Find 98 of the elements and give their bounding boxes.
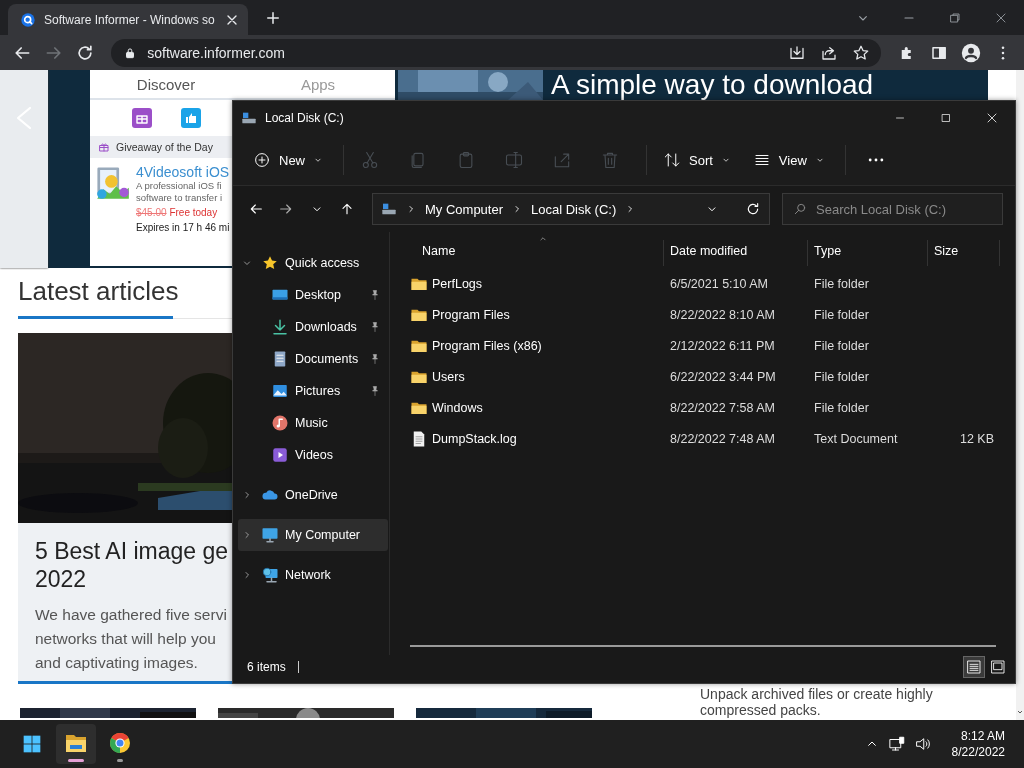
sidebar-item[interactable]: Documents (238, 343, 388, 375)
scroll-down-icon[interactable] (1016, 708, 1024, 716)
hero-headline: A simple way to download (551, 70, 874, 100)
column-header[interactable]: Size (934, 244, 999, 258)
article-excerpt: We have gathered five servi (35, 605, 228, 625)
sort-button[interactable]: Sort (655, 145, 739, 175)
horizontal-scrollbar[interactable] (410, 645, 996, 647)
article-title[interactable]: 2022 (35, 565, 232, 593)
site-favicon-icon (20, 11, 36, 28)
thumbs-up-icon[interactable] (179, 106, 203, 130)
column-header[interactable]: Type (814, 244, 927, 258)
description-text: Unpack archived files or create highly (700, 686, 933, 702)
description-text: compressed packs. (700, 702, 822, 718)
browser-tab[interactable]: Software Informer - Windows so (8, 4, 248, 35)
file-type: File folder (814, 400, 869, 415)
address-bar[interactable]: My Computer Local Disk (C:) (372, 193, 770, 225)
breadcrumb[interactable]: My Computer (425, 201, 504, 217)
video-icon (271, 446, 289, 464)
giveaway-label: Giveaway of the Day (116, 141, 213, 153)
address-bar[interactable]: software.informer.com (111, 38, 881, 67)
url-text: software.informer.com (147, 44, 286, 61)
window-title: Local Disk (C:) (265, 111, 345, 125)
app-name[interactable]: 4Videosoft iOS (136, 164, 230, 180)
computer-icon (261, 526, 279, 544)
section-title: Latest articles (18, 275, 179, 306)
profile-icon[interactable] (960, 41, 982, 64)
file-type: File folder (814, 276, 869, 291)
refresh-icon[interactable] (745, 201, 761, 217)
modified-date: 2/12/2022 6:11 PM (670, 338, 775, 353)
plus-icon (253, 151, 271, 169)
scrollbar[interactable] (1016, 70, 1024, 720)
file-type: File folder (814, 307, 869, 322)
details-view-icon (966, 659, 982, 675)
widget-tab[interactable]: Discover (90, 70, 242, 98)
bookmark-star-icon[interactable] (852, 43, 870, 62)
file-type: Text Document (814, 431, 898, 446)
modified-date: 8/22/2022 7:58 AM (670, 400, 775, 415)
sort-icon (663, 151, 681, 169)
file-type: File folder (814, 369, 869, 384)
volume-icon[interactable] (913, 735, 932, 753)
sidebar-item[interactable]: Desktop (238, 279, 388, 311)
search-field[interactable]: Search Local Disk (C:) (782, 193, 1003, 225)
new-button[interactable]: New (245, 145, 331, 175)
clock-date[interactable]: 8/22/2022 (951, 744, 1005, 760)
expiry-text: Expires in 17 h 46 mi (136, 222, 230, 233)
sidebar-item[interactable]: My Computer (238, 519, 388, 551)
view-button[interactable]: View (744, 145, 833, 175)
clock-time[interactable]: 8:12 AM (960, 728, 1005, 744)
article-excerpt: networks that will help you (35, 629, 217, 649)
file-type: File folder (814, 338, 869, 353)
sidebar-item[interactable]: Music (238, 407, 388, 439)
modified-date: 8/22/2022 8:10 AM (670, 307, 775, 322)
article-title[interactable]: 5 Best AI image ge (35, 537, 232, 565)
gift-icon (98, 141, 110, 153)
browser-icon (108, 731, 132, 755)
file-name[interactable]: Program Files (432, 307, 510, 322)
old-price: $45.00 (136, 207, 167, 218)
search-icon (793, 202, 807, 216)
app-description: software to transfer i (136, 192, 224, 204)
file-name[interactable]: Windows (432, 400, 483, 415)
app-box-icon (94, 164, 132, 202)
article-excerpt: and captivating images. (35, 653, 199, 673)
file-name[interactable]: PerfLogs (432, 276, 483, 291)
offer-label: Free today (169, 207, 218, 218)
file-name[interactable]: DumpStack.log (432, 431, 517, 446)
network-status-icon[interactable] (887, 735, 906, 753)
sidebar-item[interactable]: OneDrive (238, 479, 388, 511)
breadcrumb[interactable]: Local Disk (C:) (531, 201, 617, 217)
network-icon (261, 566, 279, 584)
download-icon (271, 318, 289, 336)
file-name[interactable]: Program Files (x86) (432, 338, 542, 353)
modified-date: 8/22/2022 7:48 AM (670, 431, 775, 446)
modified-date: 6/5/2021 5:10 AM (670, 276, 768, 291)
back-icon[interactable] (248, 201, 265, 217)
picture-icon (271, 382, 289, 400)
sidebar-item[interactable]: Videos (238, 439, 388, 471)
app-description: A professional iOS fi (136, 180, 223, 192)
file-size: 12 KB (959, 431, 994, 446)
taskbar-app[interactable] (56, 724, 96, 764)
sidebar-item[interactable]: Quick access (238, 247, 388, 279)
start-icon[interactable] (22, 734, 42, 754)
sidebar-item[interactable]: Downloads (238, 311, 388, 343)
drive-icon (381, 201, 397, 217)
view-toggle[interactable] (963, 656, 985, 678)
article-card[interactable]: 5 Best AI image ge 2022 We have gathered five servi networks that will help you and captivating images. (18, 333, 232, 684)
column-header[interactable]: Name (422, 244, 663, 258)
gift-icon[interactable] (130, 106, 154, 130)
music-icon (271, 414, 289, 432)
file-name[interactable]: Users (432, 369, 465, 384)
drive-icon (241, 110, 257, 126)
item-count: 6 items (247, 660, 286, 674)
modified-date: 6/22/2022 3:44 PM (670, 369, 776, 384)
maximize-icon[interactable] (939, 111, 953, 125)
sidebar-item[interactable]: Pictures (238, 375, 388, 407)
star-icon (261, 254, 279, 272)
sidebar-item[interactable]: Network (238, 559, 388, 591)
column-header[interactable]: Date modified (670, 244, 807, 258)
preview-view-icon (990, 659, 1006, 675)
